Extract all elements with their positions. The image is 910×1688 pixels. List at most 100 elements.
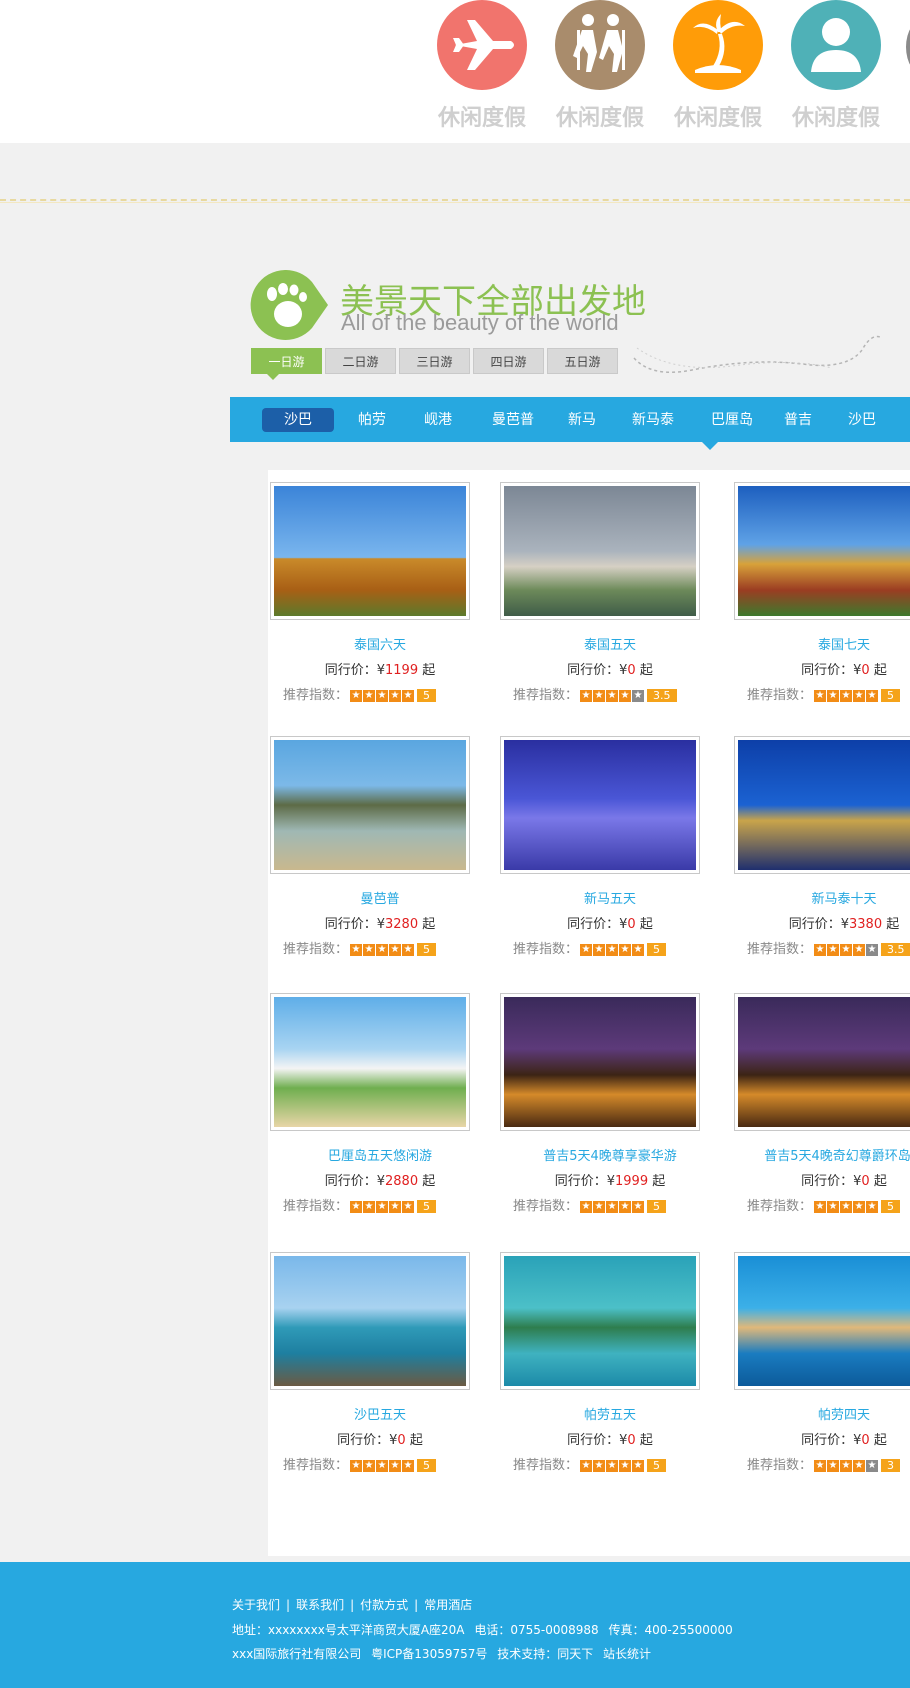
category-item-1[interactable]: 休闲度假 (432, 0, 532, 132)
product-card[interactable]: 帕劳四天 同行价：¥0 起推荐指数： ★ ★ ★ ★ ★ 3 (734, 1252, 910, 1473)
star-icon: ★ (402, 689, 415, 702)
footer-link-about[interactable]: 关于我们 (232, 1598, 280, 1612)
product-card[interactable]: 泰国七天 同行价：¥0 起推荐指数： ★ ★ ★ ★ ★ 5 (734, 482, 910, 703)
product-thumbnail[interactable] (270, 1252, 470, 1390)
product-thumbnail[interactable] (500, 1252, 700, 1390)
category-label: 休闲度假 (437, 106, 526, 131)
dest-tab-bali[interactable]: 巴厘岛 (696, 408, 768, 432)
star-icon: ★ (606, 1200, 619, 1213)
product-name[interactable]: 普吉5天4晚尊享豪华游 (500, 1145, 720, 1164)
product-name[interactable]: 泰国五天 (500, 634, 720, 653)
dest-tab-xinma[interactable]: 新马 (554, 408, 610, 432)
tab-five-day[interactable]: 五日游 (547, 348, 618, 374)
footer-company: xxx国际旅行社有限公司 (232, 1647, 362, 1661)
dest-tab-danang[interactable]: 岘港 (410, 408, 466, 432)
product-name[interactable]: 泰国七天 (734, 634, 910, 653)
product-name[interactable]: 沙巴五天 (270, 1404, 490, 1423)
product-name[interactable]: 泰国六天 (270, 634, 490, 653)
product-card[interactable]: 普吉5天4晚奇幻尊爵环岛之 同行价：¥0 起推荐指数： ★ ★ ★ ★ ★ 5 (734, 993, 910, 1214)
product-rating: 推荐指数： ★ ★ ★ ★ ★ 3 (734, 1454, 910, 1473)
star-icon: ★ (619, 1200, 632, 1213)
product-card[interactable]: 新马五天 同行价：¥0 起推荐指数： ★ ★ ★ ★ ★ 5 (500, 736, 720, 957)
category-item-3[interactable]: 休闲度假 (668, 0, 768, 132)
rating-stars: ★ ★ ★ ★ ★ (814, 1199, 879, 1214)
tab-four-day[interactable]: 四日游 (473, 348, 544, 374)
price-prefix: 同行价： (324, 917, 377, 932)
price-value: 1999 (615, 1174, 649, 1189)
product-card[interactable]: 泰国五天 同行价：¥0 起推荐指数： ★ ★ ★ ★ ★ 3.5 (500, 482, 720, 703)
footer-link-payment[interactable]: 付款方式 (360, 1598, 408, 1612)
star-icon: ★ (376, 689, 389, 702)
price-suffix: 起 (639, 917, 653, 932)
product-name[interactable]: 新马泰十天 (734, 888, 910, 907)
dest-tab-phuket[interactable]: 普吉 (770, 408, 826, 432)
dest-tab-palau[interactable]: 帕劳 (344, 408, 400, 432)
product-card[interactable]: 巴厘岛五天悠闲游 同行价：¥2880 起推荐指数： ★ ★ ★ ★ ★ 5 (270, 993, 490, 1214)
dest-tab-mangbapu[interactable]: 曼芭普 (474, 408, 552, 432)
product-card[interactable]: 普吉5天4晚尊享豪华游 同行价：¥1999 起推荐指数： ★ ★ ★ ★ ★ 5 (500, 993, 720, 1214)
dest-tab-xinmatai[interactable]: 新马泰 (614, 408, 692, 432)
divider (0, 199, 910, 201)
star-icon: ★ (402, 1200, 415, 1213)
product-name[interactable]: 普吉5天4晚奇幻尊爵环岛之 (734, 1145, 910, 1164)
rating-score: 5 (881, 689, 901, 702)
star-icon: ★ (827, 943, 840, 956)
dest-tab-shaba[interactable]: 沙巴 (262, 408, 334, 432)
star-icon: ★ (580, 1200, 593, 1213)
currency: ¥ (376, 917, 386, 932)
star-icon: ★ (866, 689, 879, 702)
footer-stats[interactable]: 站长统计 (603, 1647, 651, 1661)
product-thumbnail[interactable] (500, 993, 700, 1131)
product-card[interactable]: 帕劳五天 同行价：¥0 起推荐指数： ★ ★ ★ ★ ★ 5 (500, 1252, 720, 1473)
product-thumbnail[interactable] (270, 736, 470, 874)
product-thumbnail[interactable] (734, 1252, 910, 1390)
product-image (504, 740, 696, 870)
product-card[interactable]: 泰国六天 同行价：¥1199 起推荐指数： ★ ★ ★ ★ ★ 5 (270, 482, 490, 703)
star-icon: ★ (606, 943, 619, 956)
tab-two-day[interactable]: 二日游 (325, 348, 396, 374)
footprint-logo-icon (250, 269, 328, 340)
product-thumbnail[interactable] (500, 736, 700, 874)
rating-stars: ★ ★ ★ ★ ★ (350, 1458, 415, 1473)
price-prefix: 同行价： (324, 1174, 377, 1189)
star-icon: ★ (580, 689, 593, 702)
footer-icp[interactable]: 粤ICP备13059757号 (371, 1647, 487, 1661)
footer-support[interactable]: 技术支持：同天下 (497, 1647, 593, 1661)
product-image (504, 486, 696, 616)
category-item-4[interactable]: 休闲度假 (786, 0, 886, 132)
product-card[interactable]: 新马泰十天 同行价：¥3380 起推荐指数： ★ ★ ★ ★ ★ 3.5 (734, 736, 910, 957)
tab-one-day[interactable]: 一日游 (251, 348, 322, 380)
star-icon: ★ (376, 1459, 389, 1472)
currency: ¥ (606, 1174, 616, 1189)
product-image (274, 740, 466, 870)
product-name[interactable]: 新马五天 (500, 888, 720, 907)
tab-three-day[interactable]: 三日游 (399, 348, 470, 374)
rating-score: 5 (417, 689, 437, 702)
star-icon: ★ (840, 1200, 853, 1213)
product-name[interactable]: 曼芭普 (270, 888, 490, 907)
star-icon: ★ (376, 1200, 389, 1213)
star-icon: ★ (402, 1459, 415, 1472)
product-thumbnail[interactable] (500, 482, 700, 620)
product-card[interactable]: 曼芭普 同行价：¥3280 起推荐指数： ★ ★ ★ ★ ★ 5 (270, 736, 490, 957)
product-rating: 推荐指数： ★ ★ ★ ★ ★ 5 (734, 684, 910, 703)
footer-link-hotels[interactable]: 常用酒店 (424, 1598, 472, 1612)
star-icon: ★ (632, 943, 645, 956)
product-thumbnail[interactable] (734, 482, 910, 620)
footer-address: 地址：xxxxxxxx号太平洋商贸大厦A座20A (232, 1623, 465, 1637)
product-name[interactable]: 帕劳五天 (500, 1404, 720, 1423)
product-card[interactable]: 沙巴五天 同行价：¥0 起推荐指数： ★ ★ ★ ★ ★ 5 (270, 1252, 490, 1473)
dest-tab-shaba-2[interactable]: 沙巴 (834, 408, 890, 432)
product-name[interactable]: 帕劳四天 (734, 1404, 910, 1423)
product-image (738, 486, 910, 616)
star-icon: ★ (350, 1459, 363, 1472)
rating-score: 3.5 (881, 943, 910, 956)
product-name[interactable]: 巴厘岛五天悠闲游 (270, 1145, 490, 1164)
product-thumbnail[interactable] (270, 993, 470, 1131)
product-thumbnail[interactable] (734, 736, 910, 874)
product-price: 同行价：¥0 起 (500, 659, 720, 678)
footer-link-contact[interactable]: 联系我们 (296, 1598, 344, 1612)
product-thumbnail[interactable] (270, 482, 470, 620)
category-item-2[interactable]: 休闲度假 (550, 0, 650, 132)
product-thumbnail[interactable] (734, 993, 910, 1131)
